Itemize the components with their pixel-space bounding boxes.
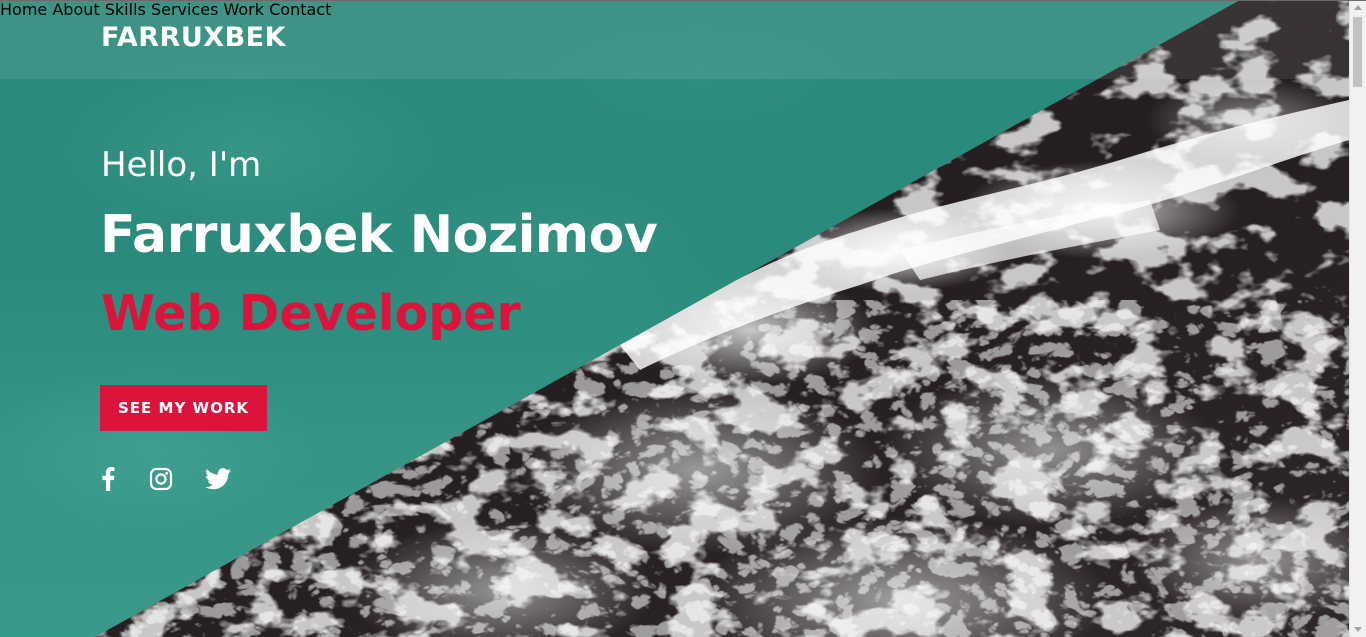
nav-skills[interactable]: Skills bbox=[105, 0, 146, 19]
instagram-icon bbox=[149, 467, 173, 491]
scroll-thumb[interactable] bbox=[1353, 17, 1362, 87]
vertical-scrollbar[interactable] bbox=[1349, 0, 1366, 637]
nav-home[interactable]: Home bbox=[0, 0, 47, 19]
navbar: FARRUXBEK Home About Skills Services Wor… bbox=[0, 0, 1349, 79]
window-top-border bbox=[0, 0, 1366, 1]
facebook-icon bbox=[102, 467, 115, 491]
nav-work[interactable]: Work bbox=[224, 0, 265, 19]
page: FARRUXBEK Home About Skills Services Wor… bbox=[0, 0, 1366, 637]
see-my-work-button[interactable]: SEE MY WORK bbox=[100, 385, 267, 431]
scroll-down-arrow-icon[interactable] bbox=[1354, 627, 1362, 632]
hero-role: Web Developer bbox=[101, 285, 521, 342]
instagram-link[interactable] bbox=[147, 465, 175, 493]
nav-services[interactable]: Services bbox=[151, 0, 218, 19]
site-logo[interactable]: FARRUXBEK bbox=[101, 22, 286, 53]
scroll-up-arrow-icon[interactable] bbox=[1354, 5, 1362, 10]
main-nav: Home About Skills Services Work Contact bbox=[0, 0, 1349, 19]
hero-greeting: Hello, I'm bbox=[101, 145, 262, 185]
twitter-icon bbox=[205, 468, 231, 490]
nav-about[interactable]: About bbox=[52, 0, 99, 19]
nav-contact[interactable]: Contact bbox=[269, 0, 331, 19]
twitter-link[interactable] bbox=[204, 465, 232, 493]
hero-name: Farruxbek Nozimov bbox=[100, 205, 658, 265]
facebook-link[interactable] bbox=[94, 465, 122, 493]
